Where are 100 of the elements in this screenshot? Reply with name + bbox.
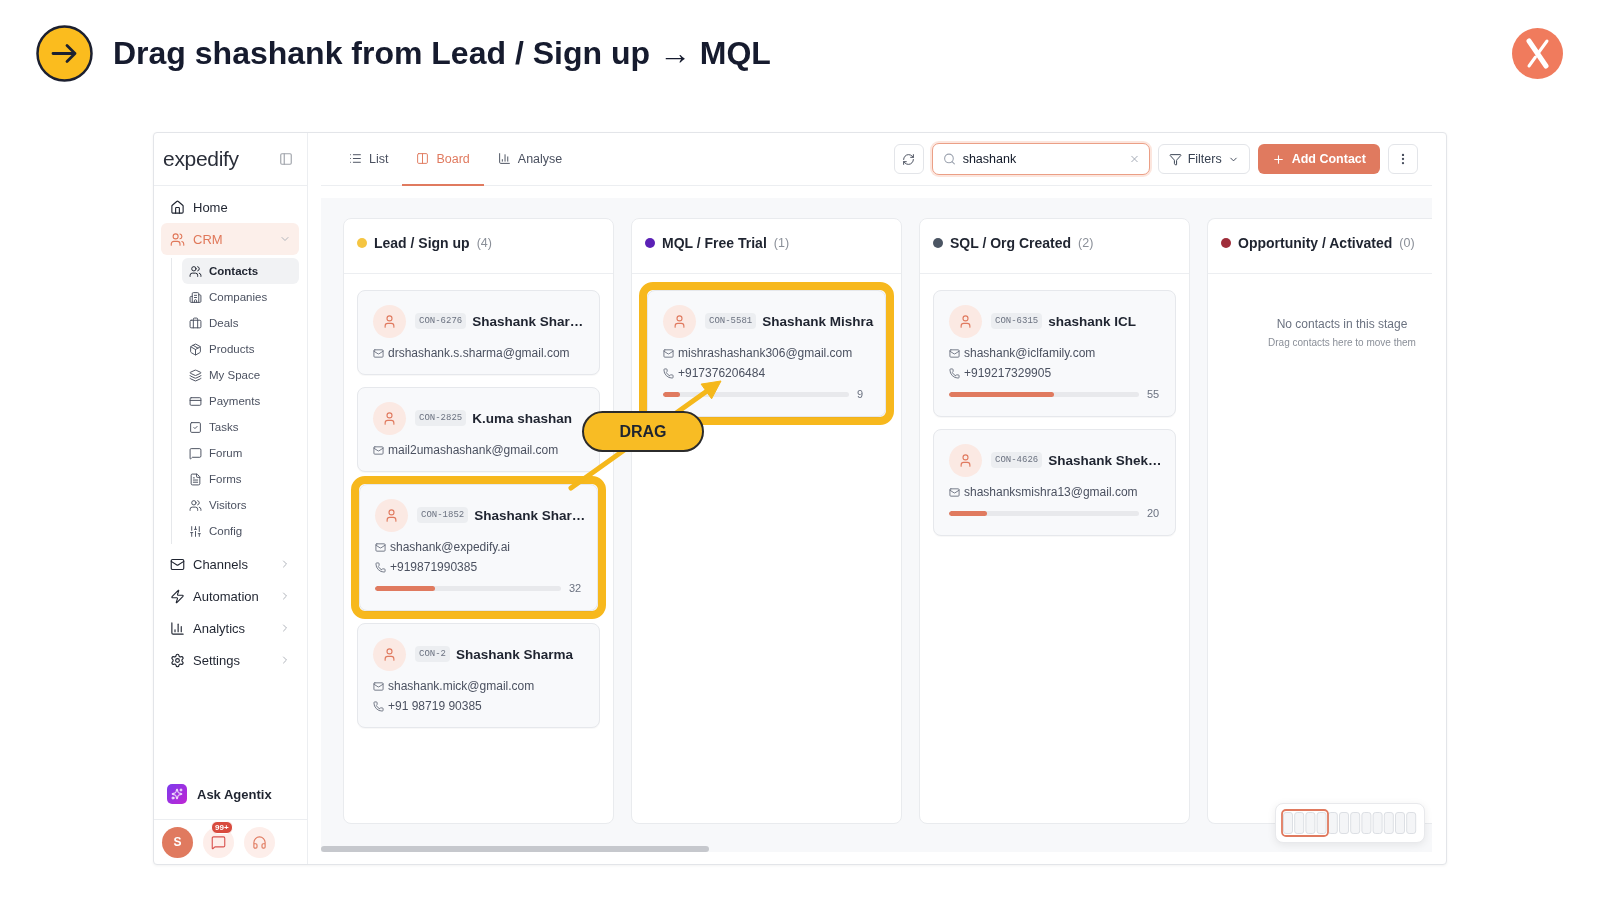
nav-subitem[interactable]: My Space <box>182 362 299 388</box>
contact-card[interactable]: CON-5581 Shashank Mishra mishrashashank306@gmail.com +917376206484 9 <box>647 290 886 417</box>
nav-subitem[interactable]: Products <box>182 336 299 362</box>
nav-subitem[interactable]: Contacts <box>182 258 299 284</box>
bar-chart-icon <box>497 152 511 165</box>
nav-subitem[interactable]: Config <box>182 518 299 544</box>
arrow-circle-icon <box>36 25 93 82</box>
credit-card-icon <box>189 394 202 408</box>
contact-card[interactable]: CON-2825 K.uma shashan mail2umashashank@gmail.com <box>357 387 600 472</box>
nav-subitem[interactable]: Visitors <box>182 492 299 518</box>
avatar-icon <box>949 443 982 477</box>
contact-name: Shashank Sharma <box>456 646 574 662</box>
refresh-button[interactable] <box>893 144 924 174</box>
building-icon <box>189 290 202 304</box>
contact-name: Shashank Shar… <box>472 313 584 329</box>
slide-title: Drag shashank from Lead / Sign up → MQL <box>113 35 771 72</box>
brand-logo: expedify <box>163 147 239 171</box>
phone-icon <box>373 700 384 712</box>
search-field[interactable]: shashank <box>931 143 1150 175</box>
contact-email: shashank@expedify.ai <box>390 540 511 554</box>
contact-phone: +919217329905 <box>964 366 1052 380</box>
avatar-icon <box>375 498 408 532</box>
contact-id: CON-4626 <box>991 452 1043 468</box>
view-tab[interactable]: List <box>335 133 403 186</box>
phone-icon <box>949 367 960 379</box>
score-value: 32 <box>569 582 583 594</box>
chat-icon <box>189 446 202 460</box>
sparkle-icon <box>167 784 187 804</box>
contact-name: K.uma shashan <box>472 410 572 426</box>
support-button[interactable] <box>244 826 275 858</box>
score-value: 9 <box>857 388 865 400</box>
score-value: 55 <box>1147 388 1161 400</box>
nav-subitem[interactable]: Payments <box>182 388 299 414</box>
nav-subitem[interactable]: Tasks <box>182 414 299 440</box>
contact-email: shashank@iclfamily.com <box>964 346 1096 360</box>
empty-state-hint: Drag contacts here to move them <box>1268 337 1416 348</box>
avatar-icon <box>949 304 982 338</box>
users-icon <box>189 498 202 512</box>
column-title: SQL / Org Created <box>950 234 1072 251</box>
contact-phone: +91 98719 90385 <box>388 699 482 713</box>
mail-icon <box>375 541 386 553</box>
avatar-icon <box>373 401 406 435</box>
contact-email: drshashank.s.sharma@gmail.com <box>388 346 570 360</box>
contact-card[interactable]: CON-2 Shashank Sharma shashank.mick@gmail.com +91 98719 90385 <box>357 623 600 728</box>
home-icon <box>170 199 185 215</box>
mail-icon <box>170 556 185 572</box>
nav-subitem[interactable]: Forum <box>182 440 299 466</box>
contact-card[interactable]: CON-6315 shashank ICL shashank@iclfamily.com +919217329905 55 <box>933 290 1176 417</box>
minimap-panel[interactable] <box>1275 803 1425 843</box>
column-count: (4) <box>476 235 492 250</box>
contact-id: CON-2825 <box>415 410 467 426</box>
column-count: (2) <box>1078 235 1094 250</box>
notification-count: 99+ <box>211 820 233 834</box>
refresh-icon <box>902 152 916 166</box>
contact-email: shashanksmishra13@gmail.com <box>964 485 1138 499</box>
box-icon <box>189 342 202 356</box>
drag-label: DRAG <box>582 411 704 452</box>
logo-icon <box>1512 28 1563 79</box>
nav-item[interactable]: Home <box>161 191 299 223</box>
more-button[interactable] <box>1388 144 1418 174</box>
contact-card[interactable]: CON-6276 Shashank Shar… drshashank.s.sharma@gmail.com <box>357 290 600 375</box>
users-icon <box>170 231 185 247</box>
contact-email: shashank.mick@gmail.com <box>388 679 535 693</box>
list-icon <box>349 152 362 165</box>
panel-icon[interactable] <box>279 152 293 166</box>
contact-email: mail2umashashank@gmail.com <box>388 443 559 457</box>
nav-item[interactable]: Analytics <box>161 612 299 644</box>
minimap-icon <box>1281 809 1419 837</box>
mail-icon <box>663 347 674 359</box>
nav-item[interactable]: Channels <box>161 548 299 580</box>
phone-icon <box>663 367 674 379</box>
mail-icon <box>373 347 384 359</box>
contact-name: shashank ICL <box>1048 313 1136 329</box>
clear-icon[interactable] <box>1128 153 1140 165</box>
assistant-link[interactable]: Ask Agentix <box>167 778 299 810</box>
nav-subitem[interactable]: Deals <box>182 310 299 336</box>
lightning-icon <box>170 588 185 604</box>
mail-icon <box>949 486 960 498</box>
filters-button[interactable]: Filters <box>1157 144 1250 174</box>
checkbox-icon <box>189 420 202 434</box>
nav-item[interactable]: Automation <box>161 580 299 612</box>
contact-card[interactable]: CON-1852 Shashank Shar… shashank@expedify.ai +919871990385 32 <box>359 484 598 611</box>
column-count: (0) <box>1399 235 1415 250</box>
briefcase-icon <box>189 316 202 330</box>
avatar-icon <box>373 637 406 671</box>
contact-name: Shashank Mishra <box>762 313 874 329</box>
search-icon <box>942 152 956 166</box>
nav-item[interactable]: Settings <box>161 644 299 676</box>
mail-icon <box>373 680 384 692</box>
nav-subitem[interactable]: Forms <box>182 466 299 492</box>
nav-subitem[interactable]: Companies <box>182 284 299 310</box>
contact-phone: +917376206484 <box>678 366 766 380</box>
plus-icon <box>1271 152 1285 166</box>
bar-chart-icon <box>170 620 185 636</box>
contact-phone: +919871990385 <box>390 560 478 574</box>
contact-card[interactable]: CON-4626 Shashank Shek… shashanksmishra13@gmail.com 20 <box>933 429 1176 536</box>
column-title: Opportunity / Activated <box>1238 234 1393 251</box>
empty-state-title: No contacts in this stage <box>1276 317 1408 331</box>
view-tab[interactable]: Analyse <box>483 133 577 186</box>
horizontal-scrollbar[interactable] <box>321 846 709 852</box>
